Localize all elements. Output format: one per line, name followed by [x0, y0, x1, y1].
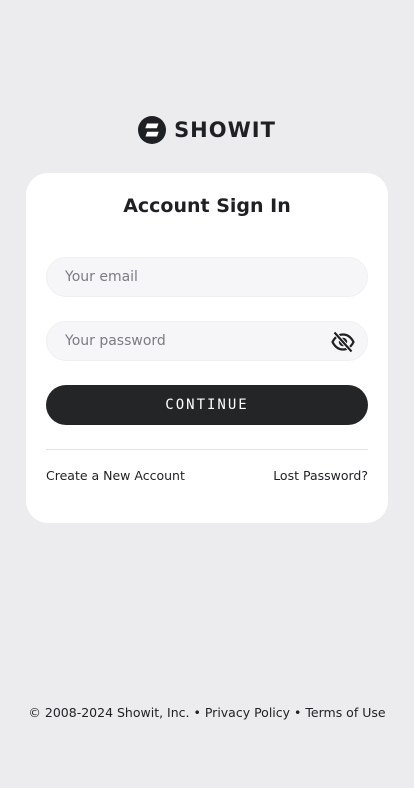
terms-of-use-link[interactable]: Terms of Use	[305, 705, 385, 720]
footer: © 2008-2024 Showit, Inc. • Privacy Polic…	[0, 705, 414, 720]
sign-in-card: Account Sign In CONTINUE Create a New Ac…	[26, 173, 388, 523]
privacy-policy-link[interactable]: Privacy Policy	[205, 705, 290, 720]
footer-separator: •	[193, 705, 201, 720]
showit-logo[interactable]: SHOWIT	[0, 116, 414, 144]
footer-separator: •	[294, 705, 302, 720]
card-title: Account Sign In	[123, 195, 291, 217]
showit-logo-icon	[138, 116, 167, 144]
lost-password-link[interactable]: Lost Password?	[273, 468, 368, 483]
password-field-container	[46, 321, 368, 361]
email-field[interactable]	[47, 258, 367, 296]
divider	[46, 449, 368, 450]
create-account-link[interactable]: Create a New Account	[46, 468, 185, 483]
eye-slash-icon[interactable]	[331, 331, 355, 353]
brand-name: SHOWIT	[174, 118, 276, 142]
continue-button[interactable]: CONTINUE	[46, 385, 368, 425]
copyright-text: © 2008-2024 Showit, Inc.	[28, 705, 190, 720]
email-field-container	[46, 257, 368, 297]
password-field[interactable]	[47, 322, 367, 360]
